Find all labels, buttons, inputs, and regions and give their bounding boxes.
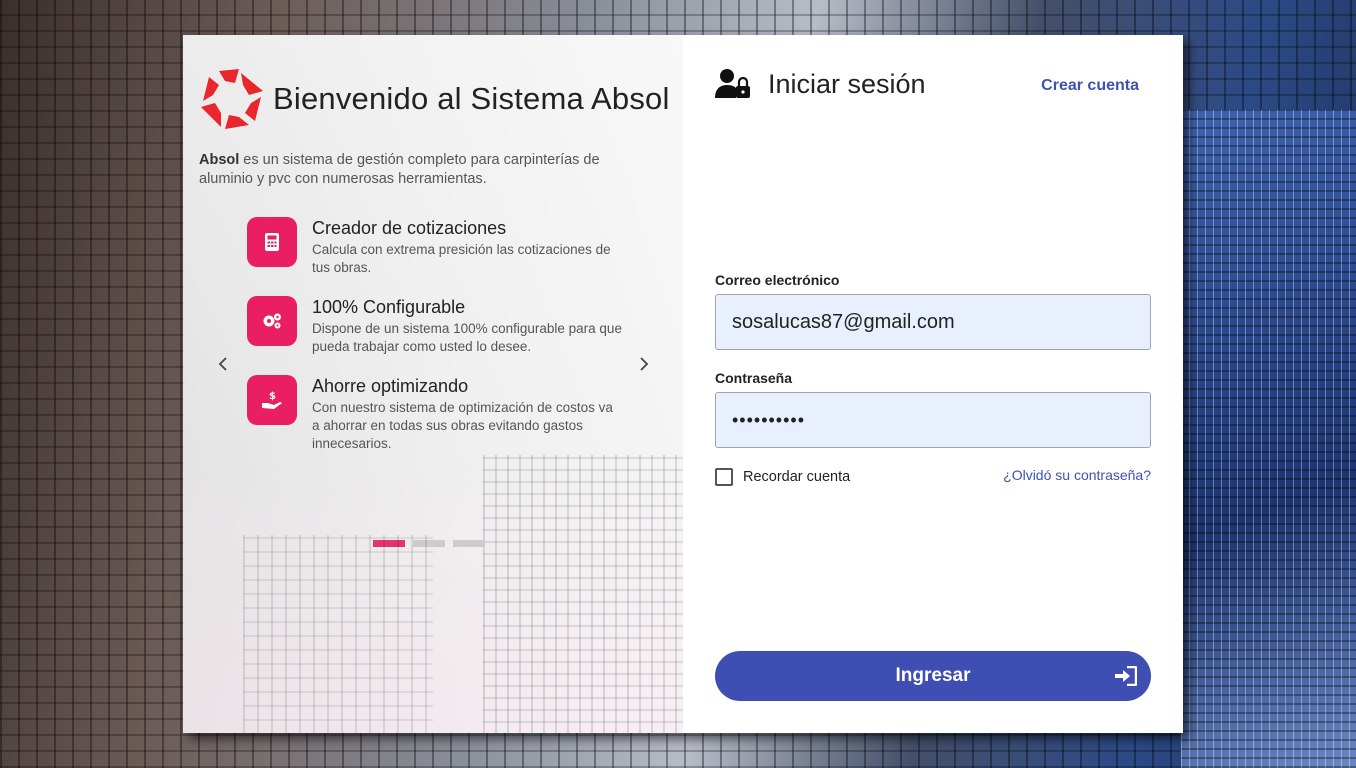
submit-label: Ingresar [895, 665, 971, 686]
login-card: Bienvenido al Sistema Absol Absol es un … [183, 35, 1183, 733]
intro-description: es un sistema de gestión completo para c… [199, 152, 600, 187]
create-account-link[interactable]: Crear cuenta [1041, 77, 1139, 95]
feature-list: Creador de cotizaciones Calcula con extr… [247, 217, 627, 472]
feature-title: Ahorre optimizando [312, 376, 469, 396]
feature-item-cotizaciones: Creador de cotizaciones Calcula con extr… [247, 217, 627, 277]
feature-text: Ahorre optimizando Con nuestro sistema d… [312, 375, 622, 453]
login-header: Iniciar sesión [715, 68, 926, 100]
carousel-dot[interactable] [453, 540, 485, 547]
login-submit-button[interactable]: Ingresar [715, 651, 1151, 701]
feature-text: 100% Configurable Dispone de un sistema … [312, 296, 622, 356]
login-title: Iniciar sesión [768, 68, 926, 99]
svg-text:$: $ [269, 391, 276, 402]
carousel-dot[interactable] [413, 540, 445, 547]
sign-in-icon [1115, 666, 1137, 686]
email-field[interactable] [715, 294, 1151, 350]
brand-header: Bienvenido al Sistema Absol [199, 67, 670, 131]
chevron-right-icon [640, 357, 649, 371]
email-label: Correo electrónico [715, 272, 840, 288]
remember-label: Recordar cuenta [743, 469, 851, 485]
background-building [1181, 110, 1356, 768]
remember-checkbox[interactable] [715, 468, 733, 486]
forgot-password-link[interactable]: ¿Olvidó su contraseña? [1003, 467, 1151, 483]
feature-item-ahorro: $ Ahorre optimizando Con nuestro sistema… [247, 375, 627, 453]
feature-description: Calcula con extrema presición las cotiza… [312, 242, 611, 275]
login-panel: Iniciar sesión Crear cuenta Correo elect… [683, 35, 1183, 733]
carousel-indicators [373, 540, 485, 547]
feature-item-configurable: 100% Configurable Dispone de un sistema … [247, 296, 627, 356]
absol-logo-icon [201, 69, 263, 129]
carousel-prev-button[interactable] [213, 353, 233, 375]
user-lock-icon [715, 69, 750, 98]
remember-row: Recordar cuenta [715, 468, 850, 486]
feature-description: Con nuestro sistema de optimización de c… [312, 400, 613, 451]
calculator-icon [247, 217, 297, 267]
feature-title: 100% Configurable [312, 297, 466, 317]
chevron-left-icon [218, 357, 227, 371]
feature-text: Creador de cotizaciones Calcula con extr… [312, 217, 622, 277]
intro-text: Absol es un sistema de gestión completo … [199, 151, 639, 189]
carousel-next-button[interactable] [634, 353, 654, 375]
password-label: Contraseña [715, 370, 793, 386]
feature-description: Dispone de un sistema 100% configurable … [312, 321, 622, 354]
hand-money-icon: $ [247, 375, 297, 425]
feature-title: Creador de cotizaciones [312, 218, 507, 238]
welcome-title: Bienvenido al Sistema Absol [273, 81, 670, 116]
gears-icon [247, 296, 297, 346]
welcome-panel: Bienvenido al Sistema Absol Absol es un … [183, 35, 683, 733]
intro-brand: Absol [199, 152, 240, 168]
password-field[interactable] [715, 392, 1151, 448]
carousel-dot[interactable] [373, 540, 405, 547]
